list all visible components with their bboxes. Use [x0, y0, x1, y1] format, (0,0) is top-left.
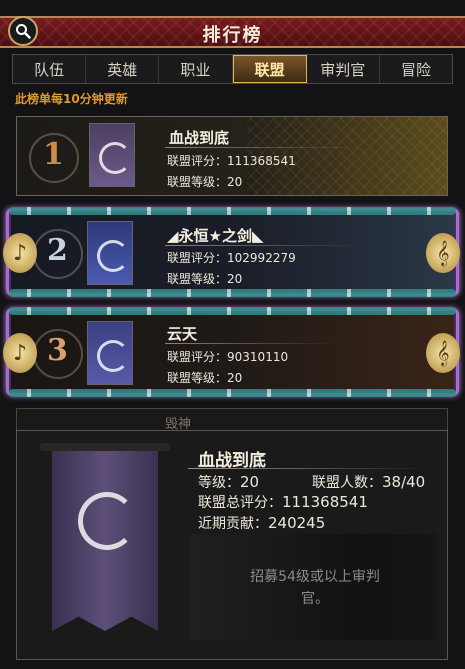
rank-number: 2 — [47, 233, 68, 268]
tab-hero[interactable]: 英雄 — [86, 55, 160, 83]
ranking-row-4[interactable] — [16, 408, 448, 432]
score-value: 102992279 — [227, 251, 296, 265]
tab-team[interactable]: 队伍 — [13, 55, 87, 83]
level-value: 20 — [227, 175, 243, 189]
banner-pole — [40, 443, 170, 451]
search-button[interactable] — [8, 16, 38, 46]
divider — [188, 468, 428, 469]
moon-emblem-icon — [78, 492, 136, 550]
score-label: 联盟评分： — [167, 154, 228, 168]
lyre-emblem-icon: 𝄞 — [426, 333, 460, 373]
level-label: 联盟等级： — [167, 272, 228, 286]
ranking-row-3[interactable]: ♪ 𝄞 3 云天 联盟评分：90310110 联盟等级：20 — [3, 307, 460, 397]
alliance-name: ◢永恒★之剑◣ — [167, 227, 264, 245]
score-value: 90310110 — [227, 350, 289, 364]
rank-number: 3 — [47, 333, 68, 368]
update-notice: 此榜单每10分钟更新 — [15, 92, 128, 106]
lyre-emblem-icon: 𝄞 — [426, 233, 460, 273]
tab-inquisitor[interactable]: 审判官 — [307, 55, 380, 83]
score-label: 联盟评分： — [167, 251, 228, 265]
alliance-banner-icon — [89, 123, 135, 187]
alliance-name: 血战到底 — [169, 129, 230, 147]
level-value: 20 — [227, 371, 243, 385]
score-value: 111368541 — [227, 154, 296, 168]
recruit-text: 招募54级或以上审判官。 — [250, 569, 380, 607]
level-label: 联盟等级： — [167, 175, 228, 189]
detail-members-label: 联盟人数： — [312, 475, 382, 491]
rank-number: 1 — [43, 137, 64, 172]
detail-total-score-label: 联盟总评分： — [198, 495, 282, 511]
detail-total-score-value: 111368541 — [282, 493, 368, 511]
level-label: 联盟等级： — [167, 371, 228, 385]
detail-level-value: 20 — [240, 473, 260, 491]
ranking-row-1[interactable]: 1 血战到底 联盟评分：111368541 联盟等级：20 — [16, 116, 448, 196]
detail-members-value: 38/40 — [382, 473, 426, 491]
alliance-banner-icon — [87, 321, 133, 385]
alliance-name: 云天 — [167, 325, 198, 343]
lyre-emblem-icon: ♪ — [3, 333, 37, 373]
alliance-banner-icon — [87, 221, 133, 285]
level-value: 20 — [227, 272, 243, 286]
tab-bar: 队伍 英雄 职业 联盟 审判官 冒险 — [12, 54, 453, 84]
ranking-row-2[interactable]: ♪ 𝄞 2 ◢永恒★之剑◣ 联盟评分：102992279 联盟等级：20 — [3, 207, 460, 297]
search-icon — [16, 24, 31, 39]
lyre-emblem-icon: ♪ — [3, 233, 37, 273]
page-title: 排行榜 — [202, 25, 263, 46]
detail-level-label: 等级： — [198, 475, 240, 491]
tab-class[interactable]: 职业 — [159, 55, 233, 83]
tab-alliance[interactable]: 联盟 — [232, 55, 307, 83]
detail-contribution-value: 240245 — [268, 514, 326, 532]
score-label: 联盟评分： — [167, 350, 228, 364]
tab-adventure[interactable]: 冒险 — [380, 55, 452, 83]
detail-contribution-label: 近期贡献： — [198, 516, 268, 532]
